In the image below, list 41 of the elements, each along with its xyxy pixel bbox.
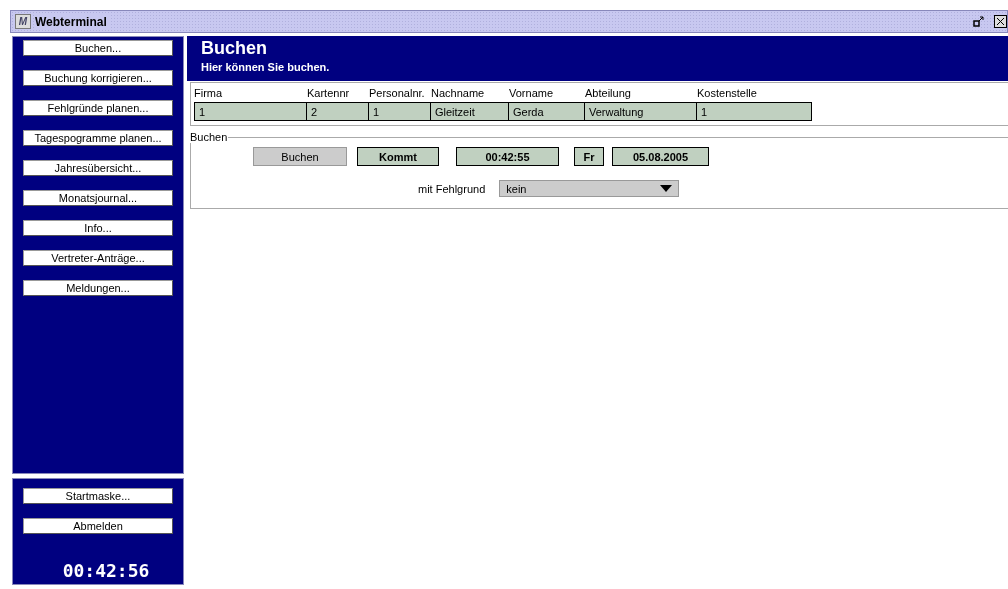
page-title: Buchen	[201, 38, 268, 59]
nav-button[interactable]: Buchung korrigieren...	[23, 70, 173, 86]
direction-display: Kommt	[357, 147, 439, 166]
table-cell: Verwaltung	[585, 102, 697, 121]
column-header: Personalnr.	[369, 86, 426, 101]
nav-button[interactable]: Abmelden	[23, 518, 173, 534]
table-cell: 1	[697, 102, 812, 121]
weekday-display: Fr	[574, 147, 604, 166]
nav-button[interactable]: Fehlgründe planen...	[23, 100, 173, 116]
page-subtitle: Hier können Sie buchen.	[201, 61, 331, 73]
time-display: 00:42:55	[456, 147, 559, 166]
nav-button[interactable]: Jahresübersicht...	[23, 160, 173, 176]
dropdown-arrow-icon	[660, 185, 673, 192]
group-label: Buchen	[190, 131, 228, 143]
column-header: Firma	[194, 86, 224, 101]
close-icon[interactable]	[994, 15, 1007, 28]
app-icon: M	[15, 14, 31, 29]
nav-button[interactable]: Tagespogramme planen...	[23, 130, 173, 146]
restore-icon[interactable]	[973, 16, 984, 27]
reason-dropdown[interactable]: kein	[499, 180, 680, 197]
nav-button[interactable]: Meldungen...	[23, 280, 173, 296]
column-header: Kartennr	[307, 86, 351, 101]
table-cell: 1	[194, 102, 307, 121]
table-cell: 2	[307, 102, 369, 121]
column-header: Kostenstelle	[697, 86, 758, 101]
column-header: Vorname	[509, 86, 555, 101]
nav-button[interactable]: Vertreter-Anträge...	[23, 250, 173, 266]
nav-button[interactable]: Startmaske...	[23, 488, 173, 504]
nav-button[interactable]: Monatsjournal...	[23, 190, 173, 206]
window-title: Webterminal	[35, 14, 111, 29]
table-cell: Gleitzeit	[431, 102, 509, 121]
nav-button[interactable]: Buchen...	[23, 40, 173, 56]
clock-time: 00:42:56	[62, 560, 150, 581]
date-display: 05.08.2005	[612, 147, 709, 166]
table-cell: Gerda	[509, 102, 585, 121]
column-header: Nachname	[431, 86, 486, 101]
field-label: mit Fehlgrund	[418, 182, 486, 195]
column-header: Abteilung	[585, 86, 632, 101]
nav-button[interactable]: Info...	[23, 220, 173, 236]
book-button[interactable]: Buchen	[253, 147, 347, 166]
table-cell: 1	[369, 102, 431, 121]
